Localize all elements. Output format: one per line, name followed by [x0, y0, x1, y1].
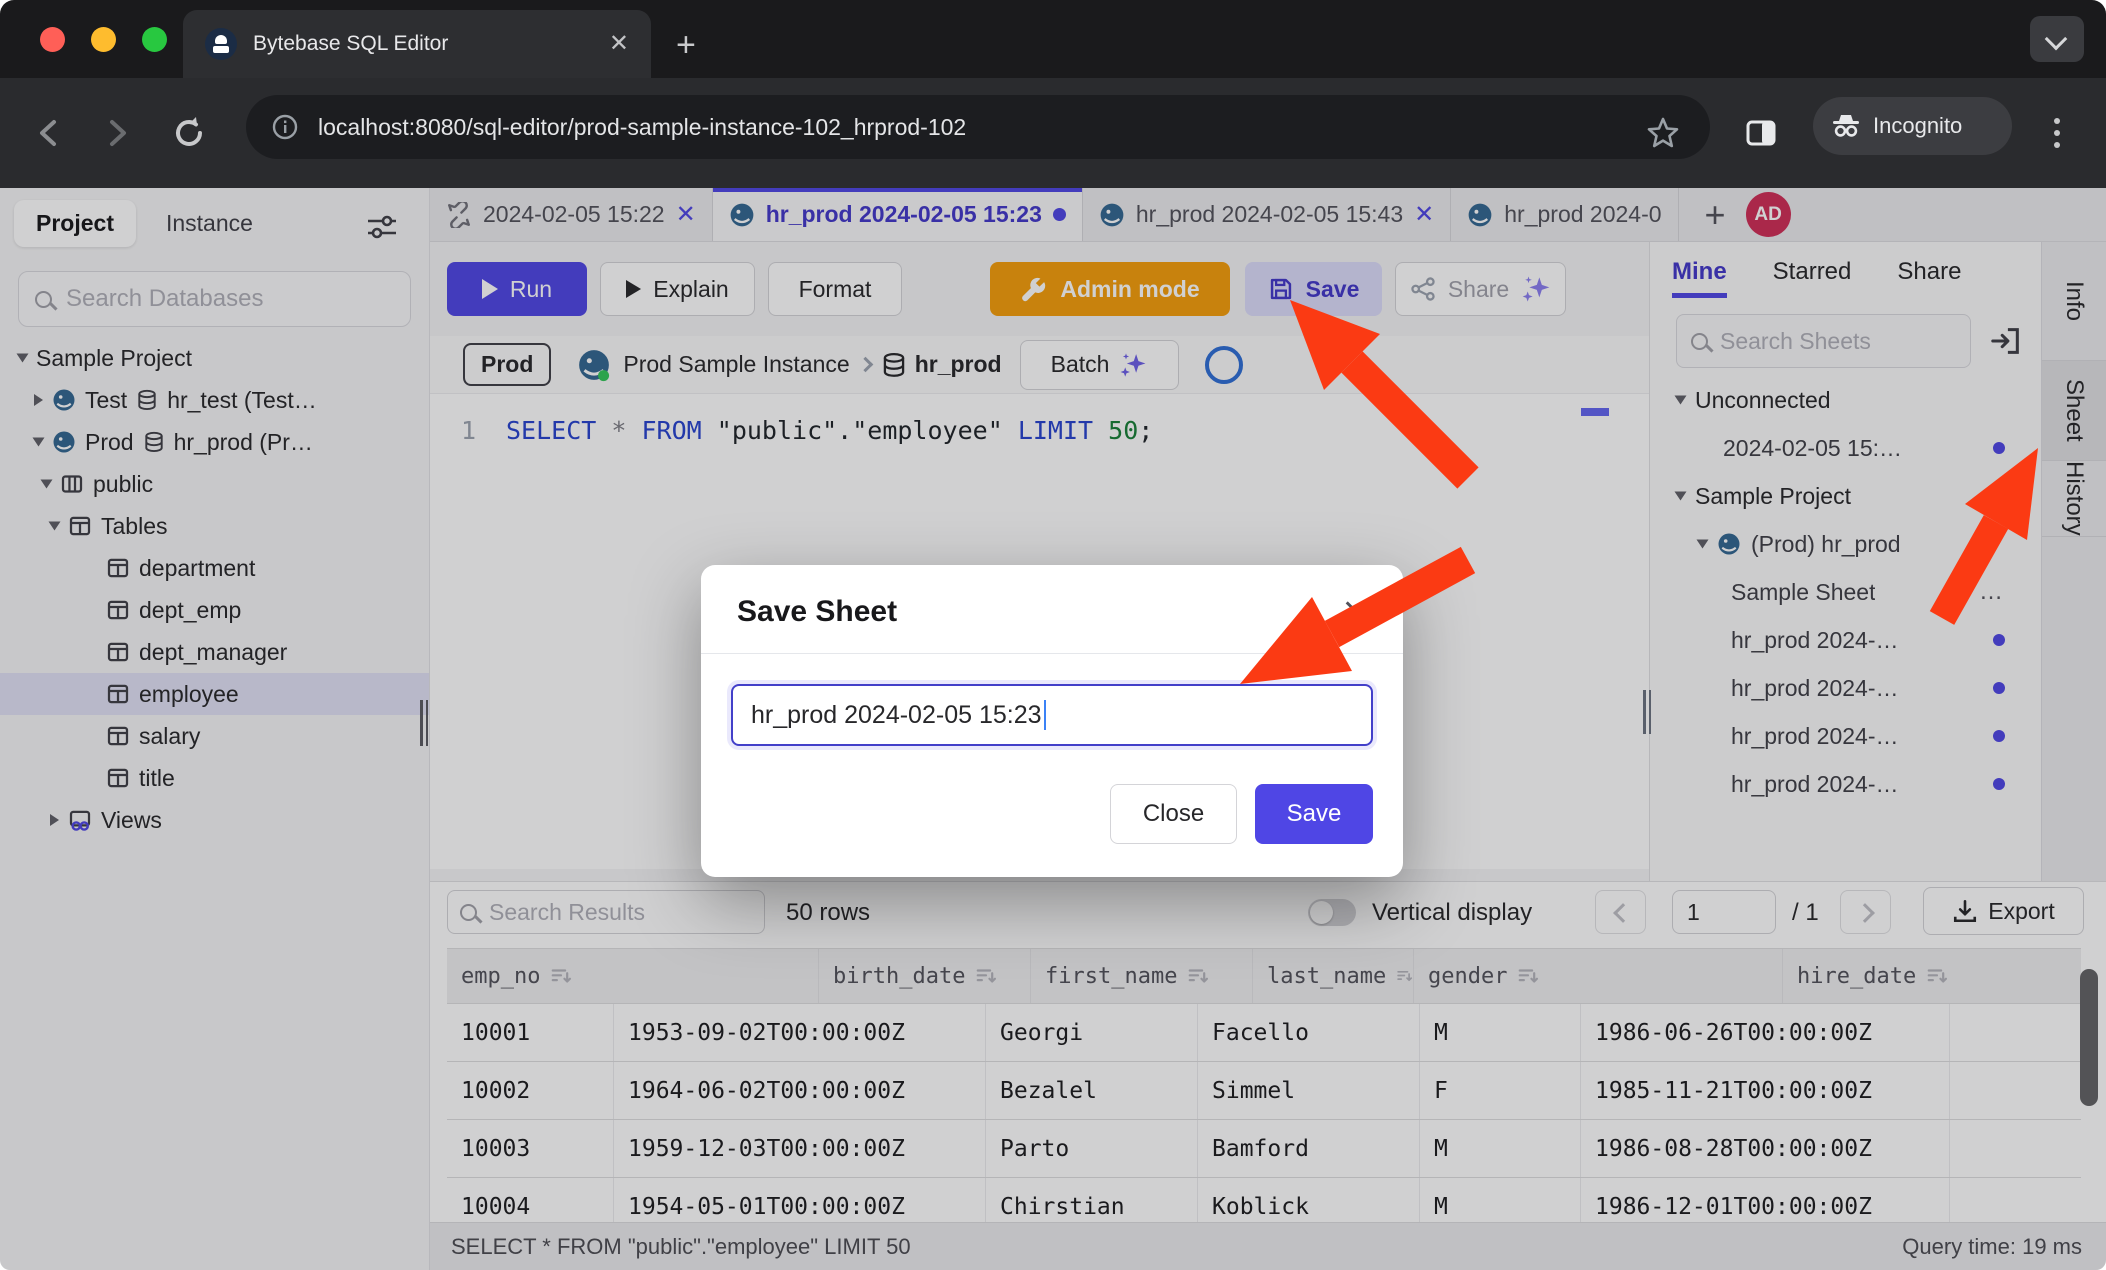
window-controls — [40, 27, 167, 52]
window-zoom-button[interactable] — [142, 27, 167, 52]
reload-icon[interactable] — [170, 114, 208, 152]
side-panel-icon[interactable] — [1742, 114, 1780, 152]
browser-toolbar: localhost:8080/sql-editor/prod-sample-in… — [0, 78, 2106, 188]
dialog-divider — [701, 653, 1403, 654]
site-info-icon[interactable] — [272, 114, 298, 140]
forward-icon[interactable] — [98, 114, 136, 152]
browser-tab-strip: Bytebase SQL Editor ✕ + — [0, 0, 2106, 78]
bytebase-sql-editor-window: Bytebase SQL Editor ✕ + localhost:8080/s… — [0, 0, 2106, 1270]
incognito-badge: Incognito — [1813, 97, 2012, 155]
dialog-save-button[interactable]: Save — [1255, 784, 1373, 844]
bookmark-star-icon[interactable] — [1644, 114, 1682, 152]
save-sheet-dialog: Save Sheet ✕ hr_prod 2024-02-05 15:23 Cl… — [701, 565, 1403, 877]
dialog-close-button[interactable]: Close — [1110, 784, 1237, 844]
incognito-label: Incognito — [1873, 113, 1962, 139]
bytebase-favicon — [205, 28, 237, 60]
tab-search-chevron-button[interactable] — [2030, 16, 2084, 62]
dialog-close-icon[interactable]: ✕ — [1342, 597, 1367, 627]
back-icon[interactable] — [30, 114, 68, 152]
url-bar[interactable]: localhost:8080/sql-editor/prod-sample-in… — [246, 95, 1710, 159]
new-browser-tab-button[interactable]: + — [676, 28, 696, 62]
browser-tab-title: Bytebase SQL Editor — [253, 32, 593, 56]
window-minimize-button[interactable] — [91, 27, 116, 52]
browser-tab[interactable]: Bytebase SQL Editor ✕ — [183, 10, 651, 78]
sql-editor-page: Project Instance Search Databases — [0, 188, 2106, 1270]
sheet-name-input[interactable]: hr_prod 2024-02-05 15:23 — [731, 684, 1373, 746]
sheet-name-value: hr_prod 2024-02-05 15:23 — [751, 701, 1042, 730]
browser-menu-kebab-icon[interactable] — [2054, 118, 2060, 124]
dialog-title: Save Sheet — [737, 595, 897, 629]
incognito-icon — [1831, 113, 1861, 139]
window-close-button[interactable] — [40, 27, 65, 52]
browser-tab-close-icon[interactable]: ✕ — [609, 32, 629, 56]
url-text: localhost:8080/sql-editor/prod-sample-in… — [318, 114, 966, 141]
text-cursor — [1044, 700, 1046, 730]
